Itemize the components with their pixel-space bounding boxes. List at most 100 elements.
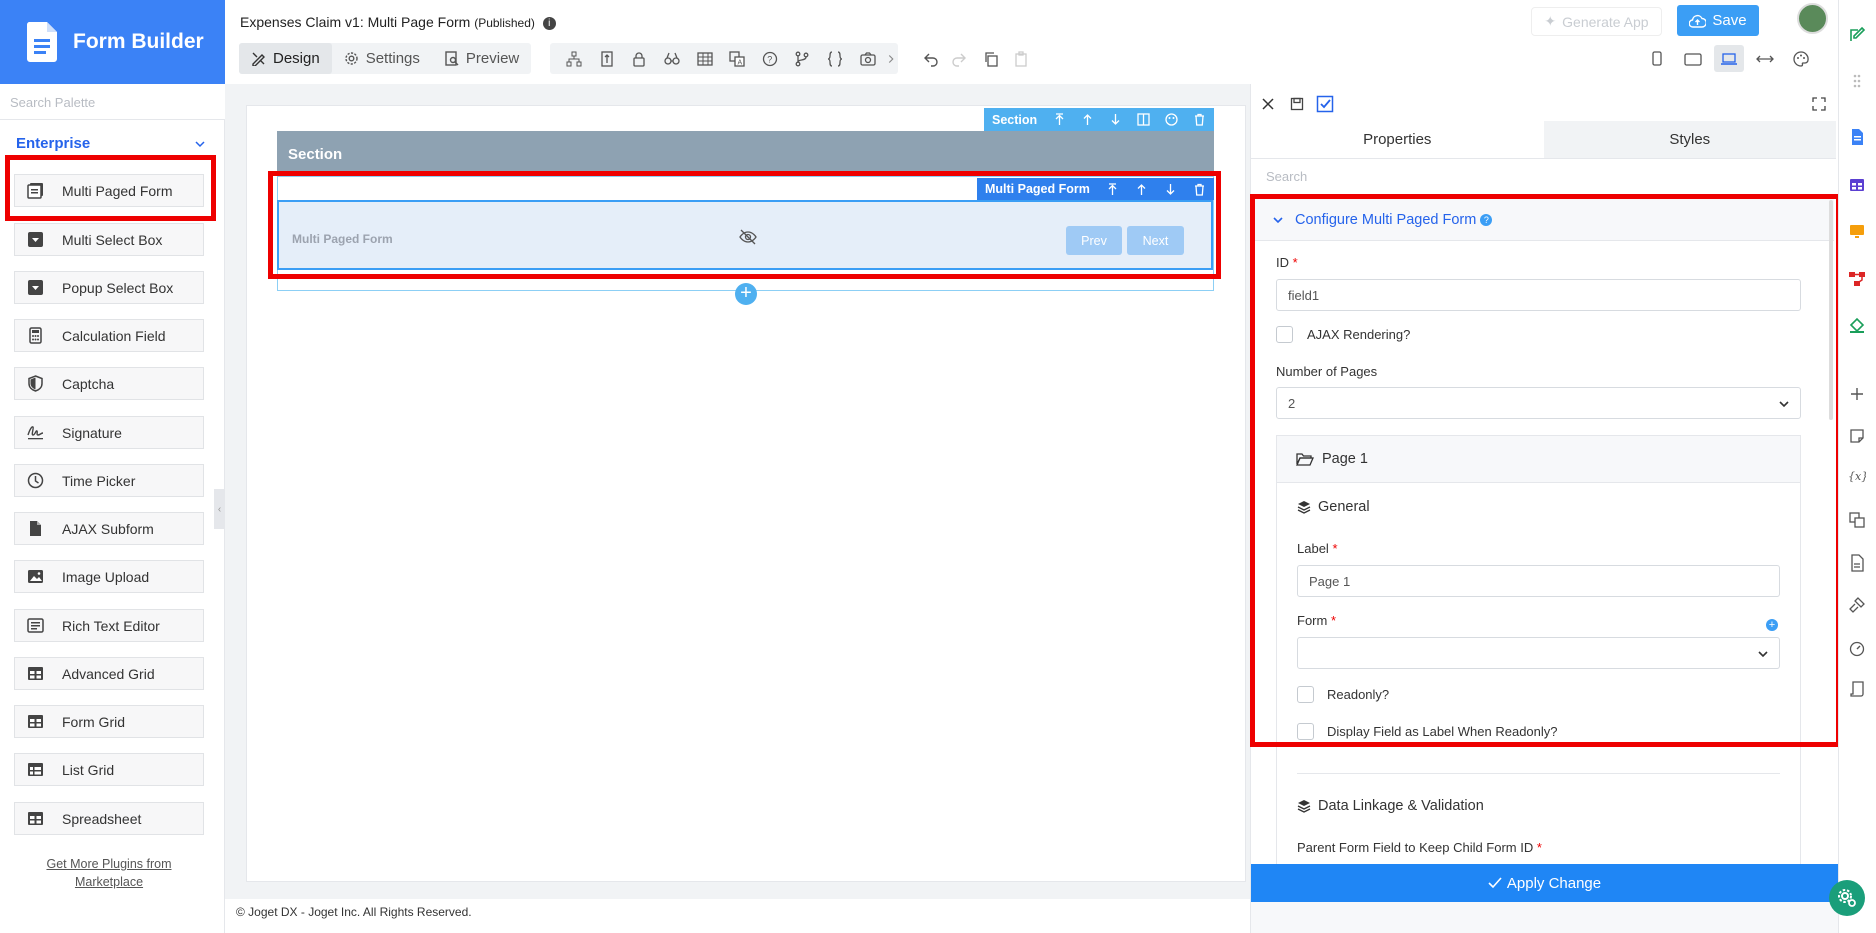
tree-icon[interactable] [558, 43, 591, 74]
palette-item-advanced-grid[interactable]: Advanced Grid [14, 657, 204, 690]
tab-styles[interactable]: Styles [1543, 121, 1836, 158]
prev-button[interactable]: Prev [1066, 226, 1122, 255]
phone-view-icon[interactable] [1642, 45, 1672, 72]
label-input[interactable]: Page 1 [1297, 565, 1780, 597]
tablet-view-icon[interactable] [1678, 45, 1708, 72]
arrow-down-icon[interactable] [1101, 108, 1129, 131]
palette-item-multi-paged-form[interactable]: Multi Paged Form [14, 174, 204, 207]
palette-category-enterprise[interactable]: Enterprise [16, 135, 206, 152]
trash-icon[interactable] [1185, 178, 1214, 201]
tab-preview[interactable]: Preview [432, 43, 531, 74]
collapse-palette-handle[interactable]: ‹ [214, 489, 225, 529]
palette-item-captcha[interactable]: Captcha [14, 367, 204, 400]
move-up-top-icon[interactable] [1045, 108, 1073, 131]
add-element-button[interactable]: + [735, 283, 757, 305]
palette-color-icon[interactable] [1786, 45, 1816, 72]
palette-item-multi-select-box[interactable]: Multi Select Box [14, 223, 204, 256]
palette-item-popup-select-box[interactable]: Popup Select Box [14, 271, 204, 304]
branch-icon[interactable] [786, 43, 819, 74]
close-icon[interactable] [1259, 95, 1277, 113]
palette-search-input[interactable]: Search Palette [0, 84, 225, 120]
apply-check-icon[interactable] [1316, 95, 1334, 113]
tab-properties[interactable]: Properties [1251, 121, 1544, 158]
drag-handle-icon[interactable] [1846, 70, 1868, 92]
next-button[interactable]: Next [1127, 226, 1184, 255]
page-1-header[interactable]: Page 1 [1276, 435, 1801, 483]
userview-icon[interactable] [1846, 220, 1868, 242]
camera-icon[interactable] [851, 43, 884, 74]
laptop-view-icon[interactable] [1714, 45, 1744, 72]
gauge-icon[interactable] [1846, 637, 1868, 659]
add-form-icon[interactable]: + [1766, 619, 1778, 631]
palette-item-image-upload[interactable]: Image Upload [14, 560, 204, 593]
translate-icon[interactable] [1846, 509, 1868, 531]
section-header[interactable]: Section [277, 131, 1214, 171]
translate-icon[interactable]: A [721, 43, 754, 74]
binoculars-icon[interactable] [656, 43, 689, 74]
palette-item-ajax-subform[interactable]: AJAX Subform [14, 512, 204, 545]
code-braces-icon[interactable] [819, 43, 852, 74]
settings-fab[interactable] [1829, 880, 1865, 916]
avatar[interactable] [1797, 3, 1828, 34]
help-icon[interactable]: ? [754, 43, 787, 74]
trash-icon[interactable] [1186, 108, 1214, 131]
process-icon[interactable] [1846, 268, 1868, 290]
apply-change-button[interactable]: Apply Change [1251, 864, 1838, 902]
id-input[interactable]: field1 [1276, 279, 1801, 311]
tab-settings[interactable]: Settings [332, 43, 432, 74]
form-page-icon[interactable] [1846, 126, 1868, 148]
lock-icon[interactable] [623, 43, 656, 74]
datalist-icon[interactable] [1846, 174, 1868, 196]
paste-icon[interactable] [1006, 43, 1036, 74]
arrow-up-icon[interactable] [1073, 108, 1101, 131]
arrow-down-icon[interactable] [1156, 178, 1185, 201]
document-icon[interactable] [1846, 552, 1868, 574]
info-icon[interactable]: i [542, 16, 556, 30]
palette-item-signature[interactable]: Signature [14, 416, 204, 449]
display-label-checkbox[interactable] [1297, 723, 1314, 740]
fullscreen-icon[interactable] [1810, 95, 1828, 113]
copy-icon[interactable] [976, 43, 1006, 74]
plus-icon[interactable] [1846, 383, 1868, 405]
pages-select[interactable]: 2 [1276, 387, 1801, 419]
panel-scrollbar[interactable] [1829, 200, 1833, 420]
expand-width-icon[interactable] [1750, 45, 1780, 72]
undo-icon[interactable] [916, 43, 946, 74]
palette-item-spreadsheet[interactable]: Spreadsheet [14, 802, 204, 835]
redo-icon[interactable] [944, 43, 974, 74]
table-icon[interactable] [688, 43, 721, 74]
palette-item-time-picker[interactable]: Time Picker [14, 464, 204, 497]
grid-icon [28, 812, 43, 825]
move-up-top-icon[interactable] [1098, 178, 1127, 201]
layers-icon [1297, 800, 1311, 813]
arrow-up-icon[interactable] [1127, 178, 1156, 201]
note-icon[interactable] [1846, 425, 1868, 447]
save-props-icon[interactable] [1288, 95, 1306, 113]
ajax-checkbox[interactable] [1276, 326, 1293, 343]
columns-icon[interactable] [1130, 108, 1158, 131]
get-more-plugins-link[interactable]: Get More Plugins from Marketplace [14, 855, 204, 891]
save-button[interactable]: Save [1677, 5, 1759, 36]
chevron-right-icon[interactable] [884, 43, 898, 74]
style-palette-icon[interactable] [1158, 108, 1186, 131]
palette-item-form-grid[interactable]: Form Grid [14, 705, 204, 738]
form-select[interactable] [1297, 637, 1780, 669]
pages-value: 2 [1288, 396, 1296, 411]
palette-item-calculation-field[interactable]: Calculation Field [14, 319, 204, 352]
variable-icon[interactable]: {x} [1846, 465, 1868, 487]
properties-search-input[interactable]: Search [1266, 169, 1307, 184]
form-title-text: Expenses Claim v1: Multi Page Form [240, 14, 471, 30]
multi-paged-form-element[interactable]: Multi Paged Form Prev Next [277, 200, 1213, 270]
edit-icon[interactable] [1846, 24, 1868, 46]
generate-app-button[interactable]: ✦ Generate App [1531, 7, 1662, 36]
scroll-icon[interactable] [1846, 678, 1868, 700]
tab-design[interactable]: Design [239, 43, 332, 74]
plug-icon[interactable] [1846, 594, 1868, 616]
paint-bucket-icon[interactable] [1846, 314, 1868, 336]
readonly-checkbox[interactable] [1297, 686, 1314, 703]
help-icon[interactable]: ? [1480, 213, 1493, 226]
configure-section-header[interactable]: Configure Multi Paged Form ? [1255, 199, 1834, 241]
palette-item-rich-text-editor[interactable]: Rich Text Editor [14, 609, 204, 642]
field-icon[interactable] [591, 43, 624, 74]
palette-item-list-grid[interactable]: List Grid [14, 753, 204, 786]
